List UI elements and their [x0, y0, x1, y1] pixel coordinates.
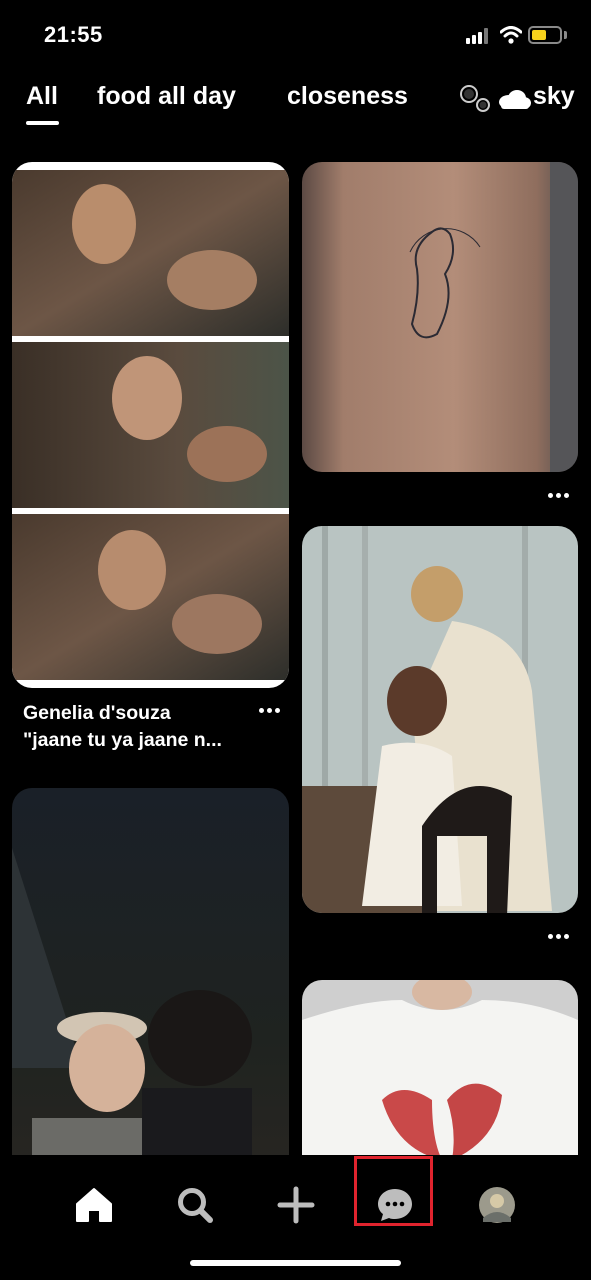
nav-search-button[interactable] [165, 1175, 225, 1235]
nav-home-button[interactable] [64, 1175, 124, 1235]
wifi-icon [500, 26, 522, 44]
tab-all-underline [26, 121, 59, 125]
battery-cap [564, 31, 567, 39]
pin-image [12, 788, 289, 1208]
battery-level [532, 30, 546, 40]
pin-couple-night[interactable] [12, 788, 289, 1208]
tab-sky[interactable]: sky [533, 82, 575, 111]
more-options-icon[interactable] [548, 490, 572, 500]
tab-food-all-day[interactable]: food all day [97, 82, 236, 111]
messages-highlight-box [354, 1156, 433, 1226]
pin-period-drama[interactable] [302, 526, 578, 913]
pin-tattoo[interactable] [302, 162, 578, 472]
home-icon [76, 1188, 112, 1222]
create-plus-icon [277, 1186, 315, 1224]
pinterest-home-screen: 21:55 All food all day closeness sky Gen… [0, 0, 591, 1280]
nav-create-button[interactable] [266, 1175, 326, 1235]
pin-title[interactable]: Genelia d'souza "jaane tu ya jaane n... [23, 700, 263, 754]
status-bar: 21:55 [0, 0, 591, 70]
search-icon [178, 1188, 213, 1223]
bubbles-icon [460, 85, 490, 112]
cloud-icon [499, 90, 531, 109]
pin-title-line-2: "jaane tu ya jaane n... [23, 729, 222, 751]
more-options-icon[interactable] [548, 931, 572, 941]
pin-image [302, 526, 578, 913]
home-indicator[interactable] [190, 1260, 401, 1266]
tab-all[interactable]: All [26, 82, 58, 111]
pin-title-line-1: Genelia d'souza [23, 702, 171, 724]
battery-icon [528, 26, 562, 44]
tab-closeness[interactable]: closeness [287, 82, 408, 111]
profile-avatar [479, 1187, 515, 1223]
pin-genelia-collage[interactable] [12, 162, 289, 688]
more-options-icon[interactable] [259, 705, 283, 715]
pin-image [302, 162, 578, 472]
status-time: 21:55 [44, 22, 103, 47]
cellular-signal-icon [466, 28, 492, 44]
nav-profile-button[interactable] [467, 1175, 527, 1235]
pin-image [12, 170, 289, 680]
